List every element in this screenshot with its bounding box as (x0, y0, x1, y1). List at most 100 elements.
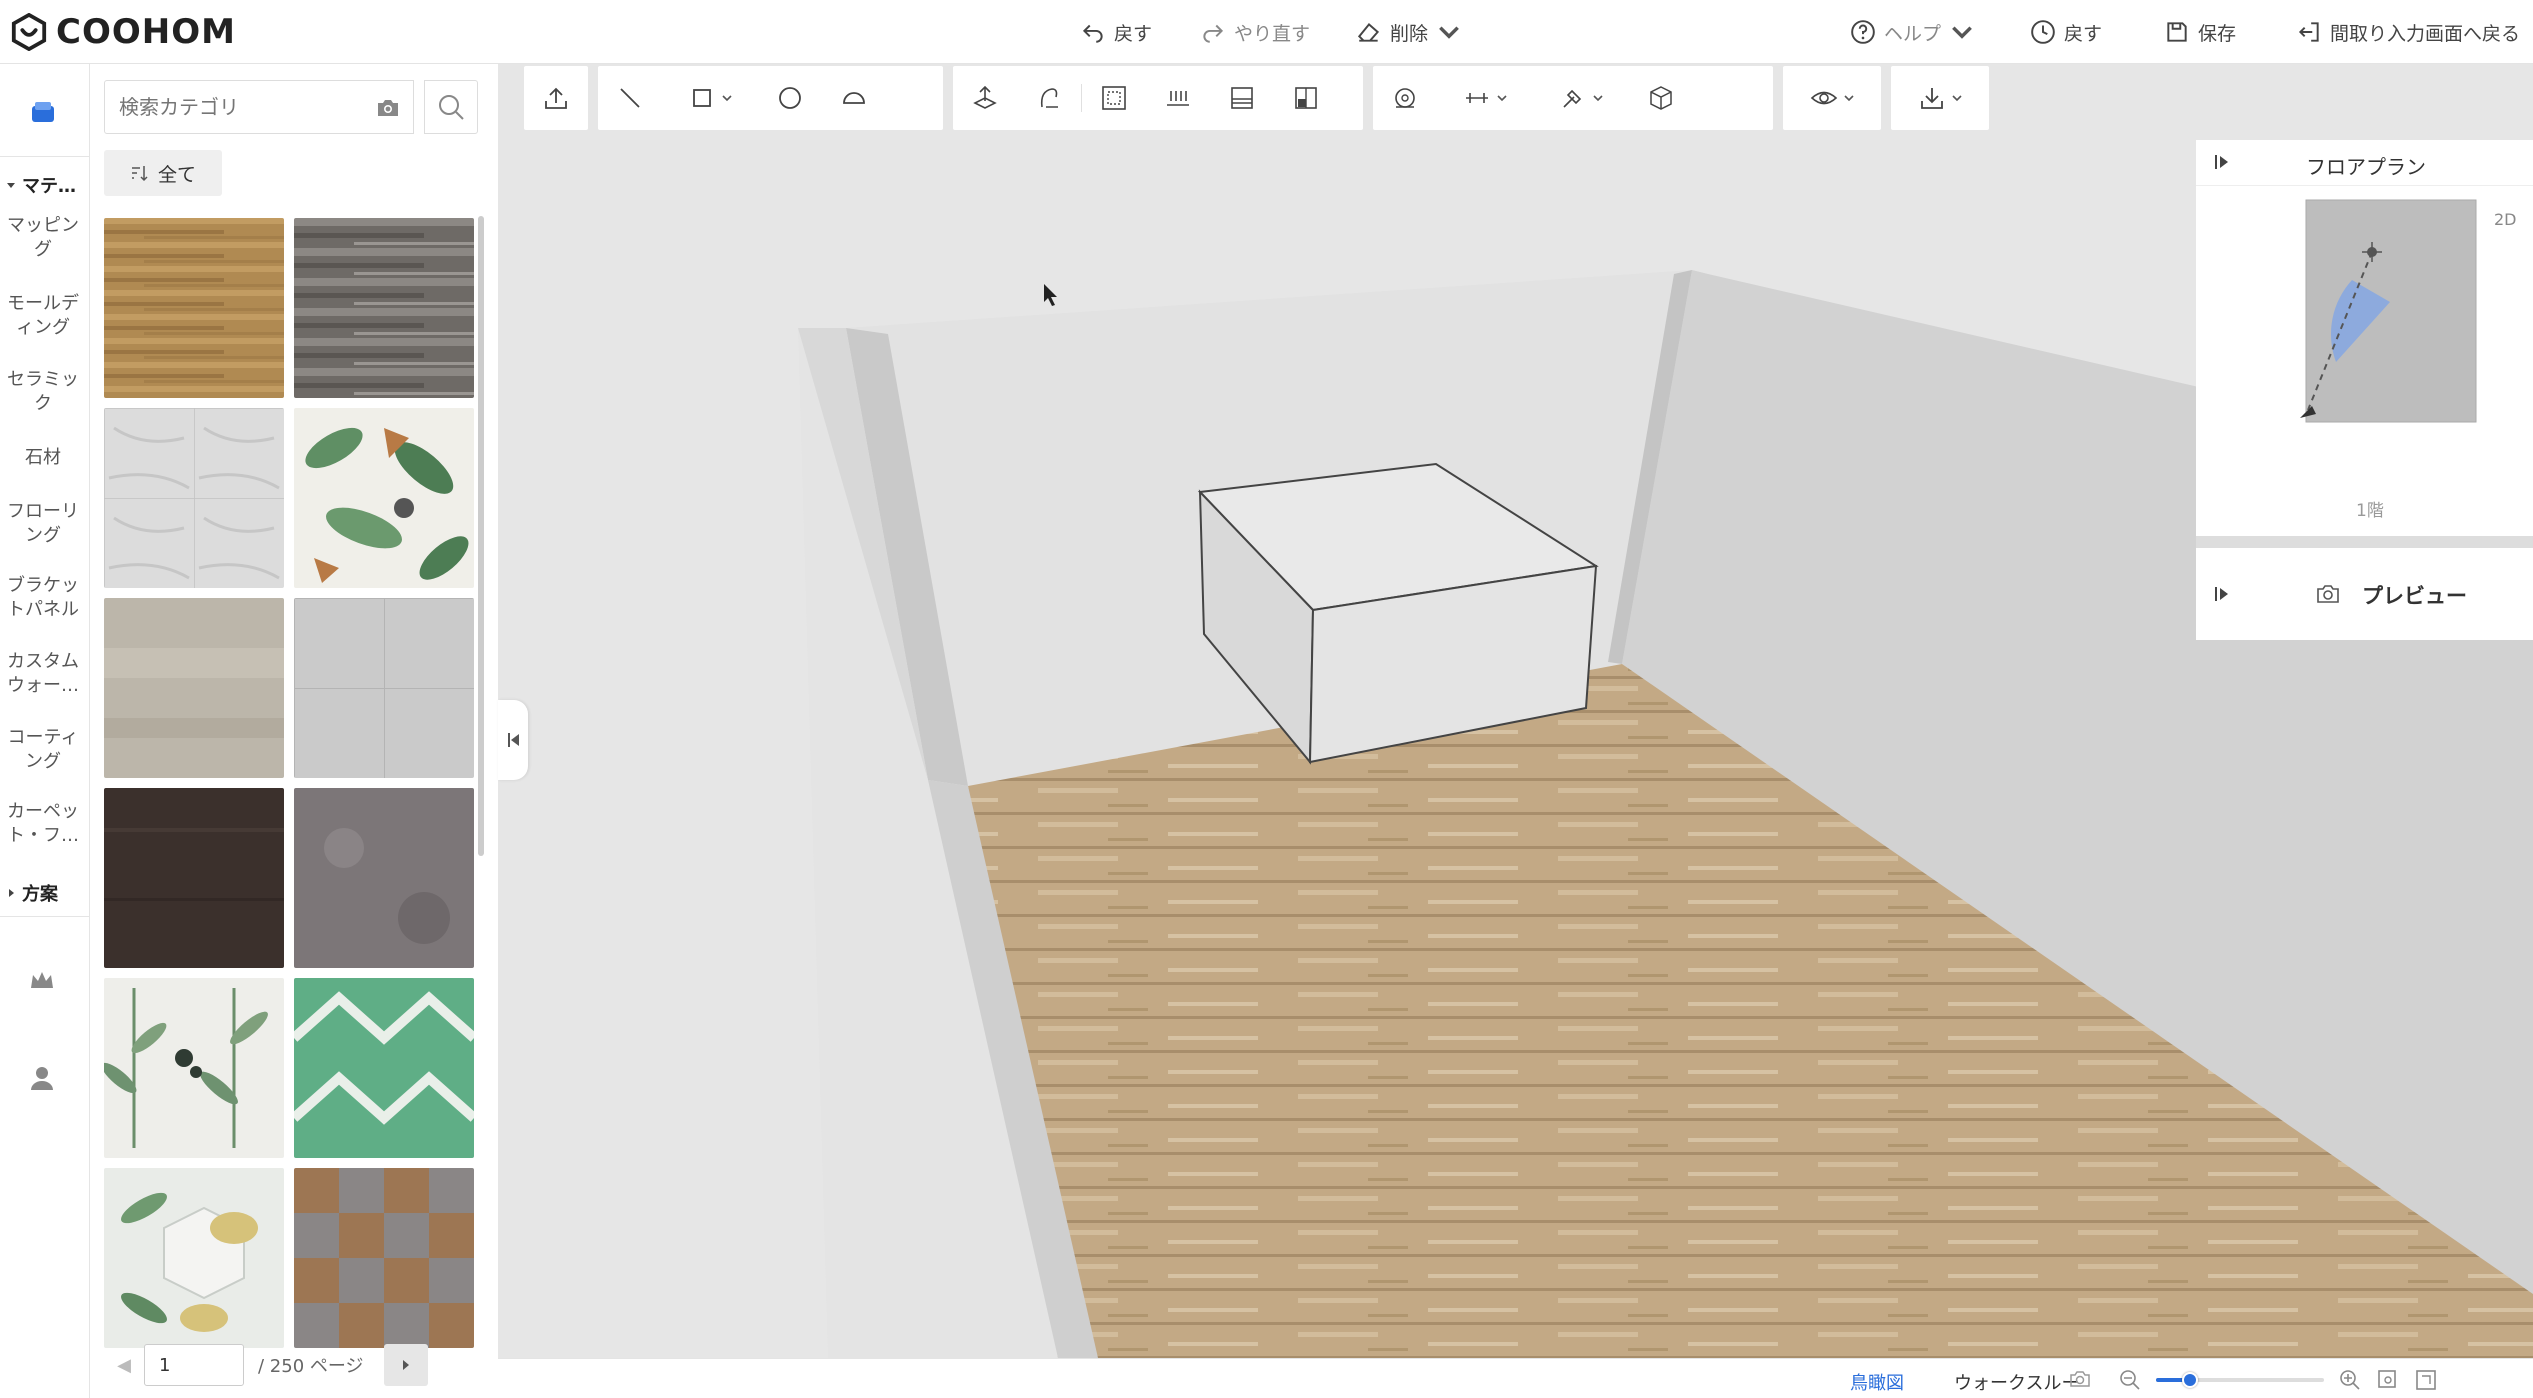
material-tile[interactable] (294, 408, 474, 588)
back-label: 間取り入力画面へ戻る (2330, 22, 2521, 45)
material-tile[interactable] (294, 598, 474, 778)
floorplan-header: フロアプラン (2196, 140, 2533, 186)
catalog-scrollbar[interactable] (478, 216, 484, 856)
search-icon (439, 95, 464, 120)
preview-panel[interactable]: プレビュー (2196, 548, 2533, 640)
zoom-in-icon[interactable] (2338, 1368, 2362, 1392)
page-input[interactable] (144, 1344, 244, 1386)
material-tile[interactable] (104, 598, 284, 778)
component-tool[interactable] (1629, 66, 1693, 130)
line-tool[interactable] (598, 66, 662, 130)
redo-icon (1203, 24, 1224, 43)
material-tile[interactable] (104, 978, 284, 1158)
search-box (104, 80, 414, 134)
search-button[interactable] (424, 80, 478, 134)
material-tile[interactable] (294, 788, 474, 968)
help-icon (1851, 20, 1875, 44)
zoom-slider-handle[interactable] (2181, 1372, 2198, 1388)
filter-all-button[interactable]: 全て (104, 150, 222, 196)
rectangle-icon (693, 89, 711, 107)
camera-icon[interactable] (2068, 1367, 2092, 1391)
circle-tool[interactable] (758, 66, 822, 130)
download-tool[interactable] (1891, 66, 1989, 130)
caret-down-icon (7, 183, 15, 188)
arc-tool[interactable] (822, 66, 886, 130)
logo[interactable]: COOHOM (10, 12, 236, 52)
minimap[interactable] (2216, 196, 2516, 476)
caret-right-icon (9, 889, 14, 897)
zoom-fit-icon[interactable] (2376, 1368, 2400, 1392)
zoom-slider[interactable] (2156, 1372, 2324, 1388)
section-materials[interactable]: マテ… (6, 172, 76, 198)
push-pull-tool[interactable] (953, 66, 1017, 130)
material-tile[interactable] (104, 408, 284, 588)
visibility-tool[interactable] (1783, 66, 1881, 130)
rail-item-molding[interactable]: モールディング (0, 292, 86, 340)
rail-item-coating[interactable]: コーティング (0, 726, 86, 774)
rail-item-bracket-panel[interactable]: ブラケットパネル (0, 574, 86, 622)
array-icon (1167, 91, 1189, 106)
floor-label[interactable]: 1階 (2356, 496, 2384, 521)
split-tool[interactable] (1210, 66, 1274, 130)
paint-tool[interactable] (1533, 66, 1629, 130)
material-grid (104, 218, 484, 1374)
search-input[interactable] (105, 81, 345, 133)
tab-aerial-view[interactable]: 鳥瞰図 (1850, 1369, 1904, 1395)
undo-button[interactable]: 戻す (1080, 14, 1152, 50)
chevron-down-icon (1952, 26, 1972, 39)
section-plans-label: 方案 (22, 884, 58, 905)
fullscreen-icon[interactable] (2414, 1368, 2438, 1392)
materials-icon[interactable] (26, 96, 60, 130)
material-tile[interactable] (294, 1168, 474, 1348)
upload-icon (545, 87, 567, 109)
material-split-tool[interactable] (1274, 66, 1338, 130)
history-button[interactable]: 戻す (2030, 14, 2102, 50)
redo-button[interactable]: やり直す (1200, 14, 1310, 50)
rail-item-carpet[interactable]: カーペット・フ… (0, 800, 86, 848)
material-tile[interactable] (104, 788, 284, 968)
tab-walkthrough[interactable]: ウォークスルー (1954, 1369, 2079, 1395)
next-page-button[interactable] (383, 1344, 428, 1386)
rail-item-flooring[interactable]: フローリング (0, 500, 86, 548)
delete-button[interactable]: 削除 (1356, 14, 1462, 50)
toolbar-group-draw (598, 66, 943, 130)
user-icon[interactable] (26, 1062, 58, 1094)
view-mode-toggle[interactable]: 2D (2494, 210, 2517, 229)
back-to-floorplan-button[interactable]: 間取り入力画面へ戻る (2296, 14, 2520, 50)
eye-icon (1810, 91, 1838, 105)
collapse-panel-icon[interactable] (2212, 152, 2232, 172)
floorplan-panel: フロアプラン 2D 1階 (2196, 140, 2533, 536)
toolbar-group-view (1783, 66, 1881, 130)
rail-item-ceramic[interactable]: セラミック (0, 368, 86, 416)
rectangle-tool[interactable] (662, 66, 758, 130)
material-tile[interactable] (294, 978, 474, 1158)
tape-measure-tool[interactable] (1373, 66, 1437, 130)
import-tool[interactable] (524, 66, 588, 130)
offset-tool[interactable] (1082, 66, 1146, 130)
paint-brush-icon (1563, 89, 1582, 108)
collapse-panel-icon[interactable] (2212, 584, 2232, 604)
collapse-catalog-button[interactable] (498, 700, 528, 780)
material-tile[interactable] (294, 218, 474, 398)
section-plans[interactable]: 方案 (6, 880, 58, 906)
material-split-icon (1295, 87, 1317, 109)
rail-divider (0, 916, 90, 917)
camera-icon[interactable] (375, 95, 401, 121)
dimension-tool[interactable] (1437, 66, 1533, 130)
chevron-right-icon (402, 1360, 409, 1370)
chevron-down-icon (1844, 95, 1854, 102)
rail-item-stone[interactable]: 石材 (0, 446, 86, 470)
prev-page-button[interactable]: ◀ (104, 1355, 144, 1376)
rail-item-mapping[interactable]: マッピング (0, 214, 86, 262)
help-button[interactable]: ヘルプ (1850, 14, 1975, 50)
material-tile[interactable] (104, 218, 284, 398)
array-tool[interactable] (1146, 66, 1210, 130)
rail-item-custom-wall[interactable]: カスタムウォー… (0, 650, 86, 698)
zoom-out-icon[interactable] (2118, 1368, 2142, 1392)
follow-me-tool[interactable] (1017, 66, 1081, 130)
chevron-down-icon (1952, 95, 1962, 102)
save-button[interactable]: 保存 (2164, 14, 2236, 50)
rail-divider (0, 156, 90, 157)
crown-icon[interactable] (26, 964, 58, 996)
material-tile[interactable] (104, 1168, 284, 1348)
